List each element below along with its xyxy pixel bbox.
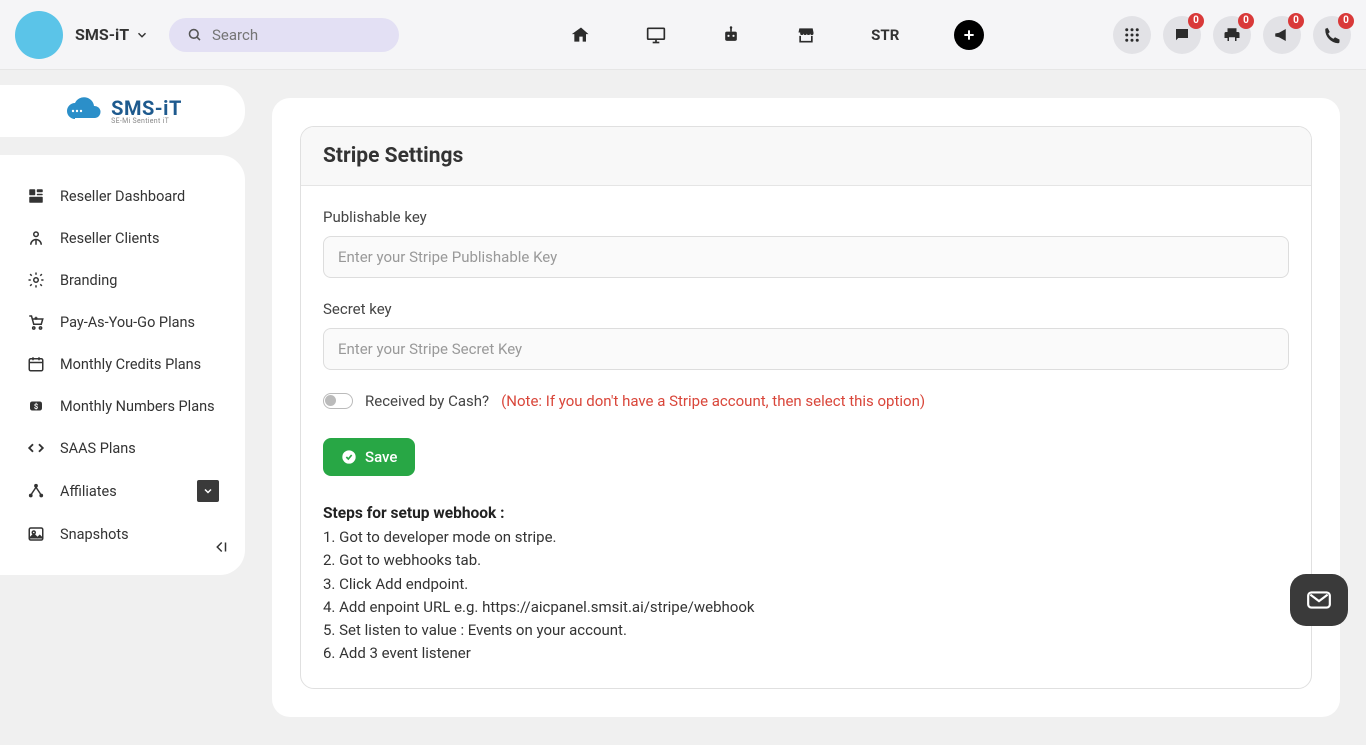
chat-icon [1173,26,1191,44]
logo-card: SMS-iT SE-Mi Sentient iT [0,85,245,137]
plus-button[interactable] [954,20,984,50]
steps-title: Steps for setup webhook : [323,504,1289,522]
secret-key-label: Secret key [323,300,1289,318]
secret-key-input[interactable] [323,328,1289,370]
avatar[interactable] [15,11,63,59]
money-icon: $ [26,396,46,416]
step-item: 5. Set listen to value : Events on your … [323,619,1289,642]
phone-button[interactable]: 0 [1313,16,1351,54]
image-icon [26,524,46,544]
logo-subtitle: SE-Mi Sentient iT [111,118,182,125]
chat-button[interactable]: 0 [1163,16,1201,54]
collapse-sidebar-button[interactable] [212,538,230,560]
check-circle-icon [341,449,357,465]
sidebar-item-label: Monthly Credits Plans [60,356,201,373]
str-button[interactable]: STR [871,26,899,44]
card-title: Stripe Settings [323,144,1289,168]
step-item: 1. Got to developer mode on stripe. [323,526,1289,549]
clients-icon [26,228,46,248]
step-item: 6. Add 3 event listener [323,642,1289,665]
chat-badge: 0 [1188,13,1204,29]
sidebar-item-label: Monthly Numbers Plans [60,398,215,415]
print-badge: 0 [1238,13,1254,29]
sidebar-item-label: SAAS Plans [60,440,136,457]
sidebar-item-clients[interactable]: Reseller Clients [0,217,245,259]
sidebar-item-label: Reseller Clients [60,230,159,247]
collapse-icon [212,538,230,556]
sidebar-item-saas[interactable]: SAAS Plans [0,427,245,469]
svg-text:$: $ [34,402,38,411]
announce-badge: 0 [1288,13,1304,29]
chat-widget[interactable] [1290,574,1348,626]
chevron-down-icon [197,480,219,502]
chevron-down-icon [135,28,149,42]
step-item: 3. Click Add endpoint. [323,573,1289,596]
sidebar-item-payg[interactable]: Pay-As-You-Go Plans [0,301,245,343]
sidebar-item-label: Branding [60,272,117,289]
search-icon [187,26,202,43]
grid-icon [1123,26,1141,44]
search-input[interactable] [212,26,381,44]
phone-icon [1323,26,1341,44]
brand-label: SMS-iT [75,25,129,44]
save-button-label: Save [365,448,397,466]
home-icon[interactable] [571,25,591,45]
printer-icon [1223,26,1241,44]
layout: SMS-iT SE-Mi Sentient iT Reseller Dashbo… [0,70,1366,745]
stripe-settings-card: Stripe Settings Publishable key Secret k… [300,126,1312,689]
cash-toggle-label: Received by Cash? [365,392,489,410]
search-container [169,18,399,52]
step-item: 4. Add enpoint URL e.g. https://aicpanel… [323,596,1289,619]
store-icon[interactable] [796,25,816,45]
cash-toggle-row: Received by Cash? (Note: If you don't ha… [323,392,1289,410]
sidebar-item-branding[interactable]: Branding [0,259,245,301]
logo[interactable]: SMS-iT SE-Mi Sentient iT [63,97,182,125]
gear-icon [26,270,46,290]
main-content: Stripe Settings Publishable key Secret k… [250,70,1366,745]
sidebar-item-credits[interactable]: Monthly Credits Plans [0,343,245,385]
logo-title: SMS-iT [111,98,182,118]
sidebar-item-label: Reseller Dashboard [60,188,185,205]
sidebar-item-label: Snapshots [60,526,129,543]
megaphone-icon [1273,26,1291,44]
robot-icon[interactable] [721,25,741,45]
step-item: 2. Got to webhooks tab. [323,549,1289,572]
cash-toggle[interactable] [323,393,353,409]
sidebar-item-snapshots[interactable]: Snapshots [0,513,245,555]
sidebar-item-numbers[interactable]: $ Monthly Numbers Plans [0,385,245,427]
sidebar-item-dashboard[interactable]: Reseller Dashboard [0,175,245,217]
sidebar-item-label: Affiliates [60,483,117,500]
mail-icon [1304,587,1334,613]
steps-list: 1. Got to developer mode on stripe. 2. G… [323,526,1289,666]
apps-grid-button[interactable] [1113,16,1151,54]
sidebar-item-affiliates[interactable]: Affiliates [0,469,245,513]
sidebar: SMS-iT SE-Mi Sentient iT Reseller Dashbo… [0,70,250,745]
publishable-key-label: Publishable key [323,208,1289,226]
cash-toggle-note: (Note: If you don't have a Stripe accoun… [501,392,925,410]
calendar-icon [26,354,46,374]
announce-button[interactable]: 0 [1263,16,1301,54]
affiliate-icon [26,481,46,501]
publishable-key-input[interactable] [323,236,1289,278]
cloud-icon [63,97,105,125]
dashboard-icon [26,186,46,206]
card-body: Publishable key Secret key Received by C… [301,186,1311,688]
settings-panel: Stripe Settings Publishable key Secret k… [272,98,1340,717]
card-header: Stripe Settings [301,127,1311,186]
save-button[interactable]: Save [323,438,415,476]
topbar-right-icons: 0 0 0 0 [1113,16,1351,54]
phone-badge: 0 [1338,13,1354,29]
top-nav-icons: STR [571,20,984,50]
cart-icon [26,312,46,332]
code-icon [26,438,46,458]
sidebar-item-label: Pay-As-You-Go Plans [60,314,195,331]
topbar: SMS-iT STR 0 0 [0,0,1366,70]
nav-card: Reseller Dashboard Reseller Clients Bran… [0,155,245,575]
print-button[interactable]: 0 [1213,16,1251,54]
brand-dropdown[interactable]: SMS-iT [75,25,149,44]
monitor-icon[interactable] [646,25,666,45]
